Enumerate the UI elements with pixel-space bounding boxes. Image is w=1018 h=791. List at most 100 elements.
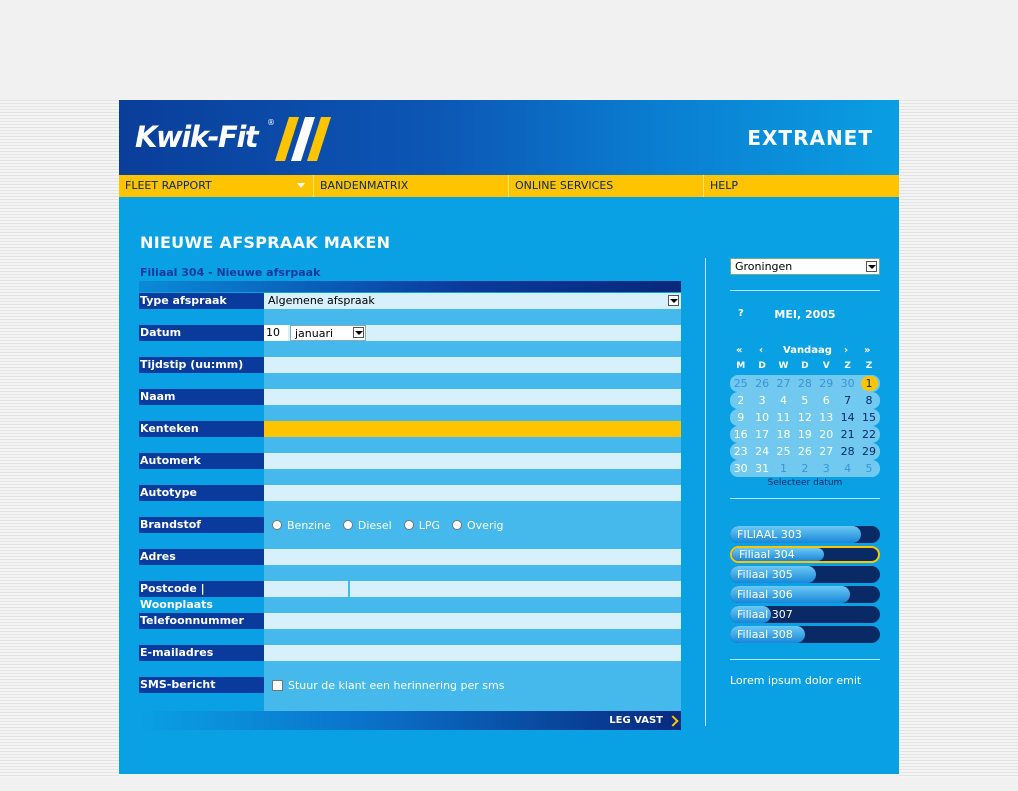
calendar-day[interactable]: 3	[816, 460, 837, 477]
calendar-help-button[interactable]: ?	[738, 308, 744, 319]
name-input[interactable]	[264, 389, 681, 405]
nav-bandenmatrix[interactable]: BANDENMATRIX	[314, 175, 509, 197]
calendar-day[interactable]: 2	[794, 460, 815, 477]
calendar-day[interactable]: 29	[816, 375, 837, 392]
calendar-day[interactable]: 27	[816, 443, 837, 460]
date-day-input[interactable]: 10	[264, 325, 288, 341]
dropdown-arrow-icon[interactable]	[668, 295, 679, 306]
calendar-day[interactable]: 12	[794, 409, 815, 426]
radio-benzine[interactable]	[272, 520, 282, 530]
nav-fleet-rapport[interactable]: FLEET RAPPORT	[119, 175, 314, 197]
nav-label: HELP	[710, 179, 738, 192]
branch-item-303[interactable]: FILIAAL 303	[730, 526, 880, 543]
date-month-select[interactable]: januari	[290, 325, 366, 341]
prev-month-button[interactable]: ‹	[759, 345, 763, 356]
radio-overig[interactable]	[452, 520, 463, 530]
calendar-day[interactable]: 7	[837, 392, 858, 409]
calendar-week: 30 31 1 2 3 4 5	[730, 460, 880, 477]
calendar-day[interactable]: 25	[730, 375, 751, 392]
branch-item-307[interactable]: Filiaal 307	[730, 606, 880, 623]
postcode-input[interactable]	[264, 581, 348, 597]
branch-item-308[interactable]: Filiaal 308	[730, 626, 880, 643]
calendar-day[interactable]: 23	[730, 443, 751, 460]
next-month-button[interactable]: ›	[844, 345, 848, 356]
type-select[interactable]: Algemene afspraak	[264, 293, 681, 309]
next-year-button[interactable]: »	[864, 345, 870, 356]
calendar-day[interactable]: 4	[773, 392, 794, 409]
calendar-day[interactable]: 2	[730, 392, 751, 409]
calendar-day[interactable]: 13	[816, 409, 837, 426]
calendar-day[interactable]: 19	[794, 426, 815, 443]
calendar-day-number: 20	[819, 428, 834, 441]
calendar-day[interactable]: 6	[816, 392, 837, 409]
address-input[interactable]	[264, 549, 681, 565]
form-row-tijdstip: Tijdstip (uu:mm)	[139, 357, 681, 389]
calendar-day[interactable]: 18	[773, 426, 794, 443]
time-input[interactable]	[264, 357, 681, 373]
calendar-day[interactable]: 28	[837, 443, 858, 460]
city-input[interactable]	[350, 581, 681, 597]
nav-help[interactable]: HELP	[704, 175, 899, 197]
calendar-day[interactable]: 5	[858, 460, 879, 477]
calendar-day[interactable]: 25	[773, 443, 794, 460]
calendar-day[interactable]: 28	[794, 375, 815, 392]
calendar-day[interactable]: 24	[751, 443, 772, 460]
calendar-day[interactable]: 5	[794, 392, 815, 409]
sms-checkbox[interactable]	[272, 680, 283, 691]
branch-item-304[interactable]: Filiaal 304	[730, 546, 880, 563]
calendar-day[interactable]: 3	[751, 392, 772, 409]
branch-label: Filiaal 308	[737, 628, 793, 641]
weekday-label: W	[778, 361, 789, 371]
submit-label: LEG VAST	[609, 715, 663, 726]
calendar-day-number: 5	[865, 462, 873, 475]
calendar-day[interactable]: 11	[773, 409, 794, 426]
nav-online-services[interactable]: ONLINE SERVICES	[509, 175, 704, 197]
calendar-day[interactable]: 29	[858, 443, 879, 460]
car-brand-input[interactable]	[264, 453, 681, 469]
calendar-day[interactable]: 26	[794, 443, 815, 460]
calendar-day[interactable]: 21	[837, 426, 858, 443]
prev-year-button[interactable]: «	[736, 345, 742, 356]
radio-lpg[interactable]	[403, 520, 414, 530]
email-input[interactable]	[264, 645, 681, 661]
calendar-day[interactable]: 17	[751, 426, 772, 443]
car-type-input[interactable]	[264, 485, 681, 501]
calendar-day[interactable]: 8	[858, 392, 879, 409]
branch-item-306[interactable]: Filiaal 306	[730, 586, 880, 603]
branch-item-305[interactable]: Filiaal 305	[730, 566, 880, 583]
calendar-day[interactable]: 9	[730, 409, 751, 426]
calendar-day[interactable]: 26	[751, 375, 772, 392]
city-select[interactable]: Groningen	[730, 258, 880, 275]
calendar-day[interactable]: 22	[858, 426, 879, 443]
calendar-day[interactable]: 10	[751, 409, 772, 426]
fuel-radio-group: Benzine Diesel LPG Overig	[272, 517, 516, 533]
radio-label: LPG	[418, 518, 441, 532]
calendar-day[interactable]: 20	[816, 426, 837, 443]
nav-label: FLEET RAPPORT	[125, 179, 212, 192]
weekday-label: Z	[844, 361, 851, 371]
calendar-day[interactable]: 1	[773, 460, 794, 477]
calendar-day-number: 3	[758, 394, 766, 407]
kwikfit-logo[interactable]: Kwik-Fit ®	[135, 117, 335, 162]
sidebar-text: Lorem ipsum dolor emit	[730, 674, 862, 687]
dropdown-arrow-icon[interactable]	[866, 261, 877, 272]
license-plate-input[interactable]	[264, 421, 681, 437]
calendar-day[interactable]: 27	[773, 375, 794, 392]
calendar-day[interactable]: 30	[730, 460, 751, 477]
field-cell	[264, 485, 681, 517]
field-cell	[264, 613, 681, 645]
calendar-day-number: 31	[755, 462, 770, 475]
calendar-week: 16 17 18 19 20 21 22	[730, 426, 880, 443]
dropdown-arrow-icon[interactable]	[353, 327, 364, 338]
calendar-day[interactable]: 4	[837, 460, 858, 477]
calendar-day[interactable]: 1	[858, 375, 879, 392]
calendar-day[interactable]: 31	[751, 460, 772, 477]
calendar-day[interactable]: 16	[730, 426, 751, 443]
calendar-day[interactable]: 15	[858, 409, 879, 426]
radio-diesel[interactable]	[342, 520, 353, 530]
phone-input[interactable]	[264, 613, 681, 629]
today-button[interactable]: Vandaag	[783, 345, 832, 356]
calendar-day[interactable]: 14	[837, 409, 858, 426]
calendar-day[interactable]: 30	[837, 375, 858, 392]
leg-vast-button[interactable]: LEG VAST	[609, 711, 679, 730]
